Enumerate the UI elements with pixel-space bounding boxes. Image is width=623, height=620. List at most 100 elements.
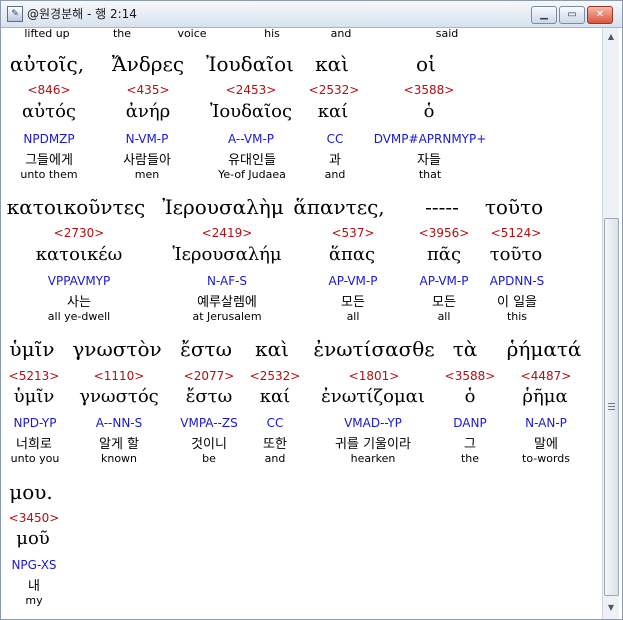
greek-word[interactable]: Ἄνδρες — [112, 52, 184, 76]
strongs-number[interactable]: <4487> — [521, 369, 572, 383]
parsing-code: APDNN-S — [489, 274, 545, 288]
interlinear-content: lifted up the voice his and said αὐτοῖς,… — [1, 28, 601, 619]
korean-gloss: 내 — [28, 579, 40, 594]
parsing-code: NPDMZP — [23, 132, 75, 146]
english-gloss: and — [324, 168, 346, 181]
korean-gloss: 말에 — [534, 437, 558, 452]
greek-word[interactable]: αὐτοῖς, — [10, 52, 84, 76]
parsing-code: N-VM-P — [125, 132, 169, 146]
strongs-number[interactable]: <2730> — [54, 226, 105, 240]
english-gloss: known — [100, 452, 138, 465]
parsing-code: AP-VM-P — [328, 274, 378, 288]
greek-word[interactable]: καὶ — [315, 52, 349, 76]
close-button[interactable]: ✕ — [587, 6, 613, 24]
greek-word[interactable]: οἱ — [416, 52, 436, 76]
korean-gloss: 그 — [464, 437, 476, 452]
title-bar[interactable]: ✎ @원경분해 - 행 2:14 ▁ ▭ ✕ — [1, 1, 622, 28]
parsing-code: AP-VM-P — [419, 274, 469, 288]
lemma: καί — [317, 101, 349, 122]
strongs-number[interactable]: <2532> — [250, 369, 301, 383]
lemma: ὑμῖν — [13, 386, 55, 407]
maximize-button[interactable]: ▭ — [559, 6, 585, 24]
korean-gloss: 사는 — [67, 295, 91, 310]
greek-word[interactable]: Ἰουδαῖοι — [206, 52, 294, 76]
scroll-thumb[interactable] — [604, 218, 619, 596]
vertical-scrollbar[interactable]: ▲ ▼ — [602, 28, 619, 619]
parsing-code: A--VM-P — [227, 132, 275, 146]
parsing-code: A--NN-S — [95, 416, 143, 430]
english-gloss: all — [346, 310, 360, 323]
lemma: κατοικέω — [35, 244, 123, 265]
english-gloss: unto them — [20, 168, 78, 181]
strongs-number[interactable]: <3450> — [9, 511, 60, 525]
parsing-code: VMPA--ZS — [180, 416, 238, 430]
lemma: ἀνήρ — [125, 101, 171, 122]
strongs-number[interactable]: <3956> — [419, 226, 470, 240]
english-gloss: my — [25, 594, 43, 607]
parsing-code: DVMP#APRNMYP+ — [373, 132, 487, 146]
greek-word[interactable]: ῥήματά — [507, 337, 582, 361]
greek-word[interactable]: Ἰερουσαλὴμ — [162, 195, 284, 219]
english-gloss: unto you — [10, 452, 60, 465]
english-gloss: men — [134, 168, 160, 181]
lemma: αὐτός — [22, 101, 76, 122]
parsing-code: VMAD--YP — [344, 416, 402, 430]
parsing-code: VPPAVMYP — [47, 274, 111, 288]
strongs-number[interactable]: <5124> — [491, 226, 542, 240]
korean-gloss: 이 일을 — [496, 295, 538, 310]
english-gloss: lifted up — [24, 28, 70, 40]
grip-line — [608, 406, 615, 407]
app-window: ✎ @원경분해 - 행 2:14 ▁ ▭ ✕ lifted up the voi… — [0, 0, 623, 620]
strongs-number[interactable]: <435> — [126, 83, 169, 97]
greek-word[interactable]: τοῦτο — [485, 195, 543, 219]
lemma: ὁ — [423, 101, 435, 122]
lemma: τοῦτο — [489, 244, 543, 265]
scroll-up-icon[interactable]: ▲ — [604, 30, 618, 44]
korean-gloss: 그들에게 — [25, 153, 73, 168]
strongs-number[interactable]: <2419> — [202, 226, 253, 240]
english-gloss: Ye-of Judaea — [218, 168, 286, 181]
app-icon[interactable]: ✎ — [7, 6, 23, 22]
greek-word[interactable]: ὑμῖν — [9, 337, 54, 361]
strongs-number[interactable]: <2077> — [184, 369, 235, 383]
greek-word[interactable]: ----- — [425, 195, 459, 219]
lemma: γνωστός — [79, 386, 159, 407]
korean-gloss: 사람들아 — [123, 153, 171, 168]
english-gloss: be — [202, 452, 216, 465]
parsing-code: DANP — [453, 416, 487, 430]
lemma: μοῦ — [16, 528, 50, 549]
strongs-number[interactable]: <2532> — [309, 83, 360, 97]
greek-word[interactable]: καὶ — [255, 337, 289, 361]
greek-word[interactable]: κατοικοῦντες — [7, 195, 145, 219]
greek-word[interactable]: τὰ — [453, 337, 478, 361]
strongs-number[interactable]: <3588> — [404, 83, 455, 97]
scroll-down-icon[interactable]: ▼ — [604, 601, 618, 615]
greek-word[interactable]: μου. — [9, 480, 53, 504]
greek-word[interactable]: ἔστω — [180, 337, 232, 361]
korean-gloss: 귀를 기울이라 — [335, 437, 411, 452]
english-gloss: his — [264, 28, 280, 40]
minimize-button[interactable]: ▁ — [531, 6, 557, 24]
korean-gloss: 모든 — [341, 295, 365, 310]
parsing-code: NPG-XS — [11, 558, 57, 572]
grip-line — [608, 409, 615, 410]
strongs-number[interactable]: <2453> — [226, 83, 277, 97]
greek-word[interactable]: ἅπαντες, — [293, 195, 384, 219]
english-gloss: at Jerusalem — [192, 310, 262, 323]
english-gloss: that — [418, 168, 442, 181]
strongs-number[interactable]: <1110> — [94, 369, 145, 383]
english-gloss: all — [437, 310, 451, 323]
lemma: ἅπας — [328, 244, 376, 265]
korean-gloss: 알게 할 — [98, 437, 140, 452]
strongs-number[interactable]: <1801> — [349, 369, 400, 383]
english-gloss: the — [460, 452, 480, 465]
korean-gloss: 유대인들 — [228, 153, 276, 168]
greek-word[interactable]: γνωστὸν — [72, 337, 161, 361]
lemma: Ἱερουσαλήμ — [172, 244, 282, 265]
korean-gloss: 예루살렘에 — [197, 295, 257, 310]
strongs-number[interactable]: <846> — [27, 83, 70, 97]
strongs-number[interactable]: <5213> — [9, 369, 60, 383]
strongs-number[interactable]: <3588> — [445, 369, 496, 383]
greek-word[interactable]: ἐνωτίσασθε — [313, 337, 434, 361]
strongs-number[interactable]: <537> — [331, 226, 374, 240]
